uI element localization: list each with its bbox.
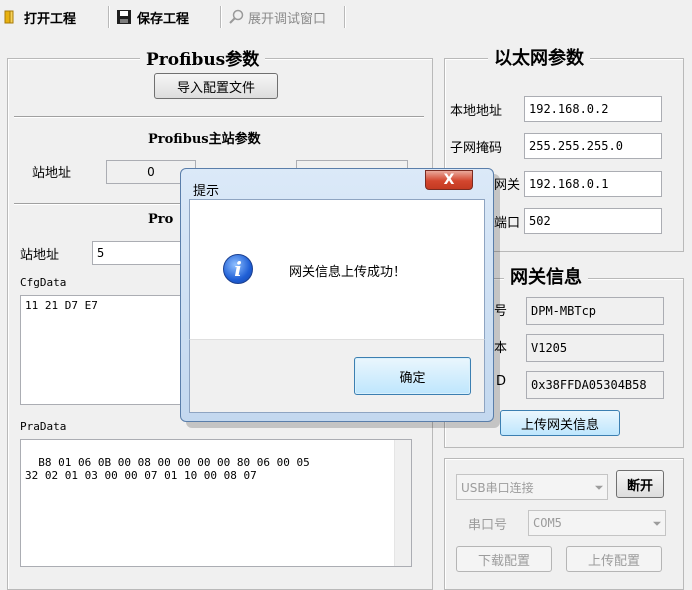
disconnect-button[interactable]: 断开	[616, 470, 664, 498]
port-field[interactable]: 502	[524, 208, 662, 234]
local-addr-label: 本地地址	[450, 104, 503, 119]
gateway-field[interactable]: 192.168.0.1	[524, 171, 662, 197]
info-icon: i	[223, 254, 253, 284]
gateway-info-title: 网关信息	[504, 263, 588, 289]
com-port-value: COM5	[533, 516, 562, 530]
toolbar: 打开工程 保存工程 展开调试窗口	[0, 0, 692, 34]
cfgdata-label: CfgData	[20, 276, 67, 289]
profibus-group-title: Profibus参数	[140, 45, 266, 70]
model-field: DPM-MBTcp	[526, 297, 664, 325]
slave-addr-field[interactable]: 5	[92, 241, 188, 265]
save-project-button[interactable]: 保存工程	[116, 6, 189, 28]
local-addr-field[interactable]: 192.168.0.2	[524, 96, 662, 122]
subnet-mask-field[interactable]: 255.255.255.0	[524, 133, 662, 159]
close-icon: X	[443, 172, 455, 188]
slave-params-title: Pro	[148, 212, 174, 227]
divider	[14, 116, 424, 118]
usb-connection-select[interactable]: USB串口连接	[456, 474, 608, 500]
subnet-mask-label: 子网掩码	[450, 141, 503, 156]
version-field: V1205	[526, 334, 664, 362]
cfgdata-value: 11 21 D7 E7	[25, 299, 98, 312]
expand-debug-label: 展开调试窗口	[248, 11, 327, 27]
upload-config-button[interactable]: 上传配置	[566, 546, 662, 572]
pradata-textarea[interactable]: B8 01 06 0B 00 08 00 00 00 00 80 06 00 0…	[20, 439, 412, 567]
pradata-value: B8 01 06 0B 00 08 00 00 00 00 80 06 00 0…	[25, 456, 310, 482]
id-field: 0x38FFDA05304B58	[526, 371, 664, 399]
import-config-button[interactable]: 导入配置文件	[154, 73, 278, 99]
toolbar-separator	[344, 6, 346, 28]
com-port-select[interactable]: COM5	[528, 510, 666, 536]
save-project-label: 保存工程	[137, 11, 190, 27]
master-params-title: Profibus主站参数	[148, 132, 261, 147]
magnifier-icon	[229, 9, 244, 24]
dialog-title: 提示	[193, 184, 220, 199]
dialog-close-button[interactable]: X	[425, 170, 473, 190]
upload-gateway-info-button[interactable]: 上传网关信息	[500, 410, 620, 436]
save-disk-icon	[117, 10, 131, 24]
chevron-down-icon	[595, 485, 603, 490]
download-config-button[interactable]: 下载配置	[456, 546, 552, 572]
expand-debug-button[interactable]: 展开调试窗口	[228, 6, 326, 28]
chevron-down-icon	[653, 521, 661, 526]
open-project-button[interactable]: 打开工程	[4, 6, 76, 28]
toolbar-separator	[220, 6, 222, 28]
pradata-label: PraData	[20, 420, 67, 433]
dialog-ok-button[interactable]: 确定	[354, 357, 471, 395]
open-project-label: 打开工程	[24, 11, 77, 27]
ethernet-group-title: 以太网参数	[488, 44, 590, 70]
usb-connection-value: USB串口连接	[461, 480, 534, 495]
com-port-label: 串口号	[468, 518, 508, 533]
master-addr-label: 站地址	[32, 166, 72, 181]
pradata-scrollbar[interactable]	[394, 440, 411, 566]
slave-addr-label: 站地址	[20, 248, 60, 263]
open-folder-icon	[4, 10, 14, 24]
dialog-message: 网关信息上传成功！	[289, 265, 407, 280]
toolbar-separator	[108, 6, 110, 28]
info-dialog: 提示 X i 网关信息上传成功！ 确定	[180, 168, 494, 422]
